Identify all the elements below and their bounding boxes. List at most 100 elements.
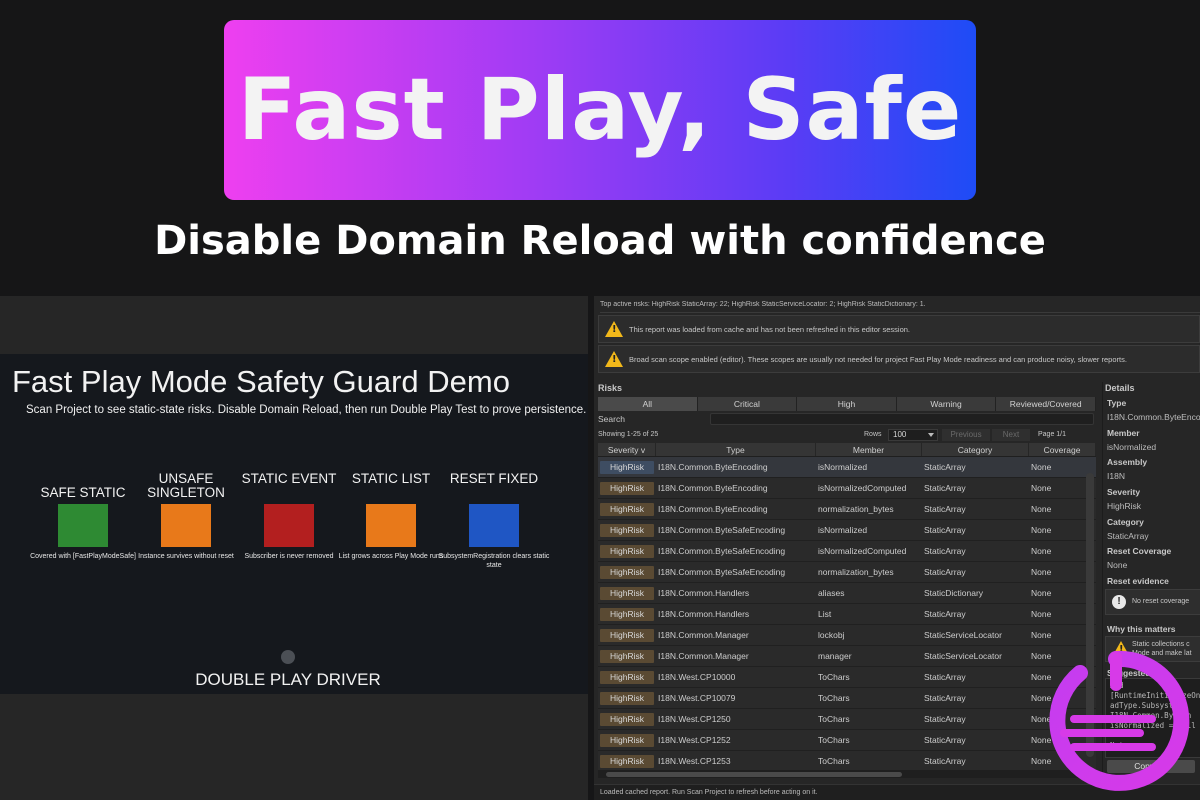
detail-category-value: StaticArray bbox=[1107, 531, 1149, 541]
top-risks-summary: Top active risks: HighRisk StaticArray: … bbox=[600, 301, 1200, 313]
cell-member: ToChars bbox=[818, 672, 850, 682]
cell-type: I18N.Common.Manager bbox=[658, 630, 749, 640]
tab-critical[interactable]: Critical bbox=[697, 397, 798, 411]
column-header-category[interactable]: Category bbox=[922, 443, 1029, 456]
card-label: STATIC LIST bbox=[351, 471, 431, 486]
cell-severity: HighRisk bbox=[598, 670, 656, 684]
reset-evidence-box: ! No reset coverage bbox=[1105, 589, 1200, 615]
card-label: RESET FIXED bbox=[449, 471, 539, 486]
card-note: Covered with [FastPlayModeSafe] bbox=[30, 553, 136, 560]
severity-badge: HighRisk bbox=[600, 502, 654, 516]
alert-text: Broad scan scope enabled (editor). These… bbox=[629, 354, 1127, 364]
horizontal-scroll-thumb[interactable] bbox=[606, 772, 902, 777]
cell-severity: HighRisk bbox=[598, 733, 656, 747]
brand-logo-icon bbox=[1049, 650, 1190, 791]
hero-banner: Fast Play, Safe bbox=[224, 20, 976, 200]
card-swatch bbox=[469, 504, 519, 547]
table-body: HighRisk I18N.Common.ByteEncoding isNormal… bbox=[598, 457, 1096, 772]
cell-member: normalization_bytes bbox=[818, 567, 894, 577]
cell-member: normalization_bytes bbox=[818, 504, 894, 514]
severity-badge: HighRisk bbox=[600, 670, 654, 684]
detail-reset-evidence-label: Reset evidence bbox=[1107, 576, 1169, 586]
card-swatch bbox=[366, 504, 416, 547]
detail-assembly-value: I18N bbox=[1107, 471, 1125, 481]
tab-reviewed-covered[interactable]: Reviewed/Covered bbox=[996, 397, 1096, 411]
table-row[interactable]: HighRisk I18N.Common.ByteSafeEncoding isNo… bbox=[598, 541, 1096, 562]
column-header-coverage[interactable]: Coverage bbox=[1029, 443, 1096, 456]
cell-category: StaticArray bbox=[924, 756, 966, 766]
table-row[interactable]: HighRisk I18N.Common.ByteEncoding normaliz… bbox=[598, 499, 1096, 520]
severity-badge: HighRisk bbox=[600, 565, 654, 579]
demo-title: Fast Play Mode Safety Guard Demo bbox=[12, 364, 510, 399]
cell-severity: HighRisk bbox=[598, 586, 656, 600]
cell-type: I18N.Common.ByteSafeEncoding bbox=[658, 546, 786, 556]
tab-all[interactable]: All bbox=[598, 397, 698, 411]
table-row[interactable]: HighRisk I18N.West.CP1253 ToChars StaticArr… bbox=[598, 751, 1096, 772]
card-label: UNSAFE SINGLETON bbox=[147, 471, 225, 500]
page-indicator: Page 1/1 bbox=[1038, 431, 1067, 438]
search-input[interactable] bbox=[710, 413, 1094, 425]
rows-label: Rows bbox=[864, 431, 882, 438]
table-row[interactable]: HighRisk I18N.Common.ByteSafeEncoding norm… bbox=[598, 562, 1096, 583]
table-row[interactable]: HighRisk I18N.Common.ByteEncoding isNormal… bbox=[598, 478, 1096, 499]
cell-type: I18N.Common.ByteEncoding bbox=[658, 504, 768, 514]
warning-icon bbox=[605, 321, 623, 337]
table-row[interactable]: HighRisk I18N.Common.ByteSafeEncoding isNo… bbox=[598, 520, 1096, 541]
severity-badge: HighRisk bbox=[600, 586, 654, 600]
detail-reset-coverage-value: None bbox=[1107, 560, 1128, 570]
cell-member: isNormalized bbox=[818, 462, 868, 472]
cell-type: I18N.West.CP1252 bbox=[658, 735, 731, 745]
reset-evidence-text: No reset coverage bbox=[1132, 598, 1190, 605]
cell-type: I18N.Common.ByteEncoding bbox=[658, 483, 768, 493]
table-row[interactable]: HighRisk I18N.West.CP1250 ToChars StaticArr… bbox=[598, 709, 1096, 730]
severity-badge: HighRisk bbox=[600, 754, 654, 768]
cell-category: StaticServiceLocator bbox=[924, 630, 1002, 640]
column-header-severity[interactable]: Severity v bbox=[598, 443, 656, 456]
cell-member: lockobj bbox=[818, 630, 845, 640]
table-row[interactable]: HighRisk I18N.Common.Manager lockobj Static… bbox=[598, 625, 1096, 646]
details-title: Details bbox=[1105, 383, 1135, 393]
demo-description: Scan Project to see static-state risks. … bbox=[26, 404, 587, 416]
table-row[interactable]: HighRisk I18N.West.CP1252 ToChars StaticArr… bbox=[598, 730, 1096, 751]
game-view-bottom-strip bbox=[0, 694, 588, 800]
cell-category: StaticArray bbox=[924, 693, 966, 703]
severity-badge: HighRisk bbox=[600, 460, 654, 474]
double-play-driver-dot[interactable] bbox=[281, 650, 295, 664]
cell-type: I18N.Common.Handlers bbox=[658, 588, 750, 598]
card-swatch bbox=[161, 504, 211, 547]
table-row[interactable]: HighRisk I18N.Common.Manager manager Static… bbox=[598, 646, 1096, 667]
cell-member: ToChars bbox=[818, 693, 850, 703]
card-note: List grows across Play Mode runs bbox=[338, 553, 444, 560]
detail-category-label: Category bbox=[1107, 517, 1144, 527]
detail-type-value: I18N.Common.ByteEnco bbox=[1107, 412, 1200, 422]
cell-severity: HighRisk bbox=[598, 502, 656, 516]
severity-badge: HighRisk bbox=[600, 523, 654, 537]
rows-value: 100 bbox=[893, 430, 907, 439]
search-label: Search bbox=[598, 414, 625, 424]
column-header-type[interactable]: Type bbox=[656, 443, 816, 456]
severity-badge: HighRisk bbox=[600, 607, 654, 621]
cell-category: StaticArray bbox=[924, 525, 966, 535]
severity-badge: HighRisk bbox=[600, 712, 654, 726]
table-row[interactable]: HighRisk I18N.Common.ByteEncoding isNormal… bbox=[598, 457, 1096, 478]
severity-filter-tabs: All Critical High Warning Reviewed/Cover… bbox=[598, 397, 1096, 411]
previous-page-button[interactable]: Previous bbox=[942, 429, 990, 441]
tab-high[interactable]: High bbox=[797, 397, 897, 411]
table-row[interactable]: HighRisk I18N.Common.Handlers List StaticAr… bbox=[598, 604, 1096, 625]
cell-member: isNormalized bbox=[818, 525, 868, 535]
cell-type: I18N.Common.ByteSafeEncoding bbox=[658, 525, 786, 535]
tab-warning[interactable]: Warning bbox=[896, 397, 997, 411]
next-page-button[interactable]: Next bbox=[992, 429, 1030, 441]
column-header-member[interactable]: Member bbox=[816, 443, 922, 456]
severity-badge: HighRisk bbox=[600, 481, 654, 495]
rows-per-page-select[interactable]: 100 bbox=[888, 429, 938, 441]
cell-category: StaticArray bbox=[924, 735, 966, 745]
cell-type: I18N.Common.ByteEncoding bbox=[658, 462, 768, 472]
cell-severity: HighRisk bbox=[598, 481, 656, 495]
cell-member: ToChars bbox=[818, 714, 850, 724]
table-row[interactable]: HighRisk I18N.West.CP10079 ToChars StaticAr… bbox=[598, 688, 1096, 709]
cell-category: StaticArray bbox=[924, 546, 966, 556]
table-row[interactable]: HighRisk I18N.Common.Handlers aliases Stati… bbox=[598, 583, 1096, 604]
detail-member-label: Member bbox=[1107, 428, 1140, 438]
table-row[interactable]: HighRisk I18N.West.CP10000 ToChars StaticAr… bbox=[598, 667, 1096, 688]
